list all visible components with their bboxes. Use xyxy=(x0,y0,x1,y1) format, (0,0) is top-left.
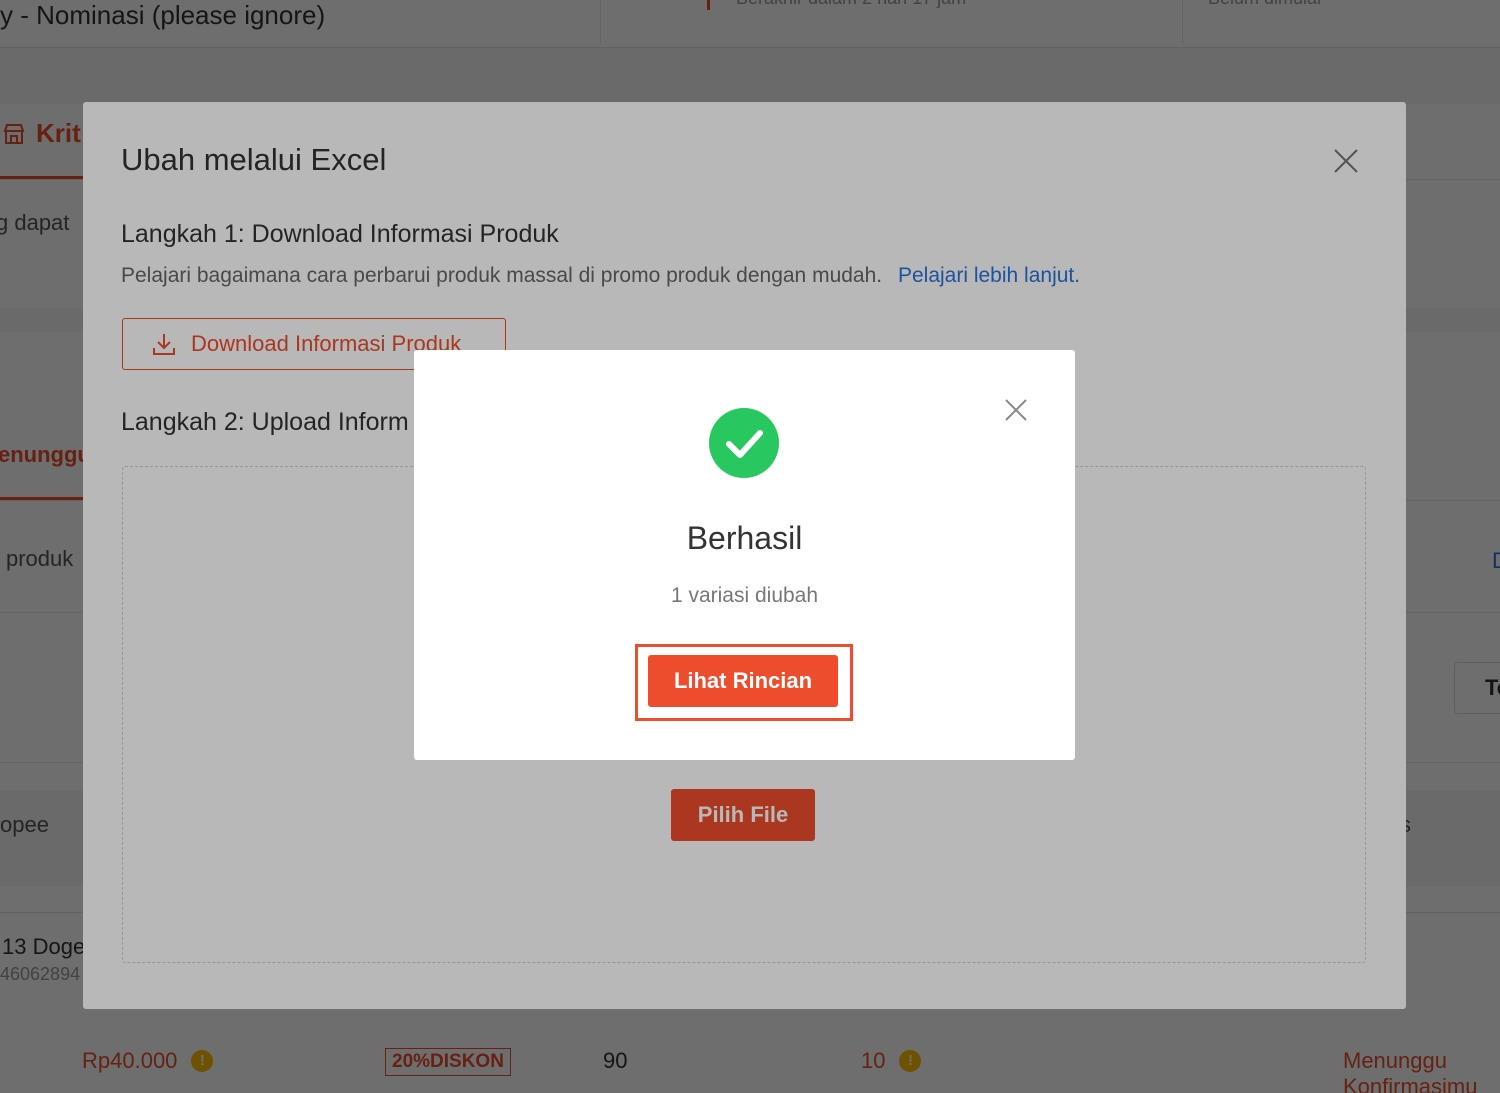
success-subtitle: 1 variasi diubah xyxy=(670,584,819,607)
view-details-button[interactable]: Lihat Rincian xyxy=(648,655,838,707)
close-icon[interactable] xyxy=(1004,398,1028,422)
success-title: Berhasil xyxy=(686,520,803,556)
success-dialog: Berhasil 1 variasi diubah Lihat Rincian xyxy=(414,350,1075,760)
checkmark-icon xyxy=(709,408,779,478)
